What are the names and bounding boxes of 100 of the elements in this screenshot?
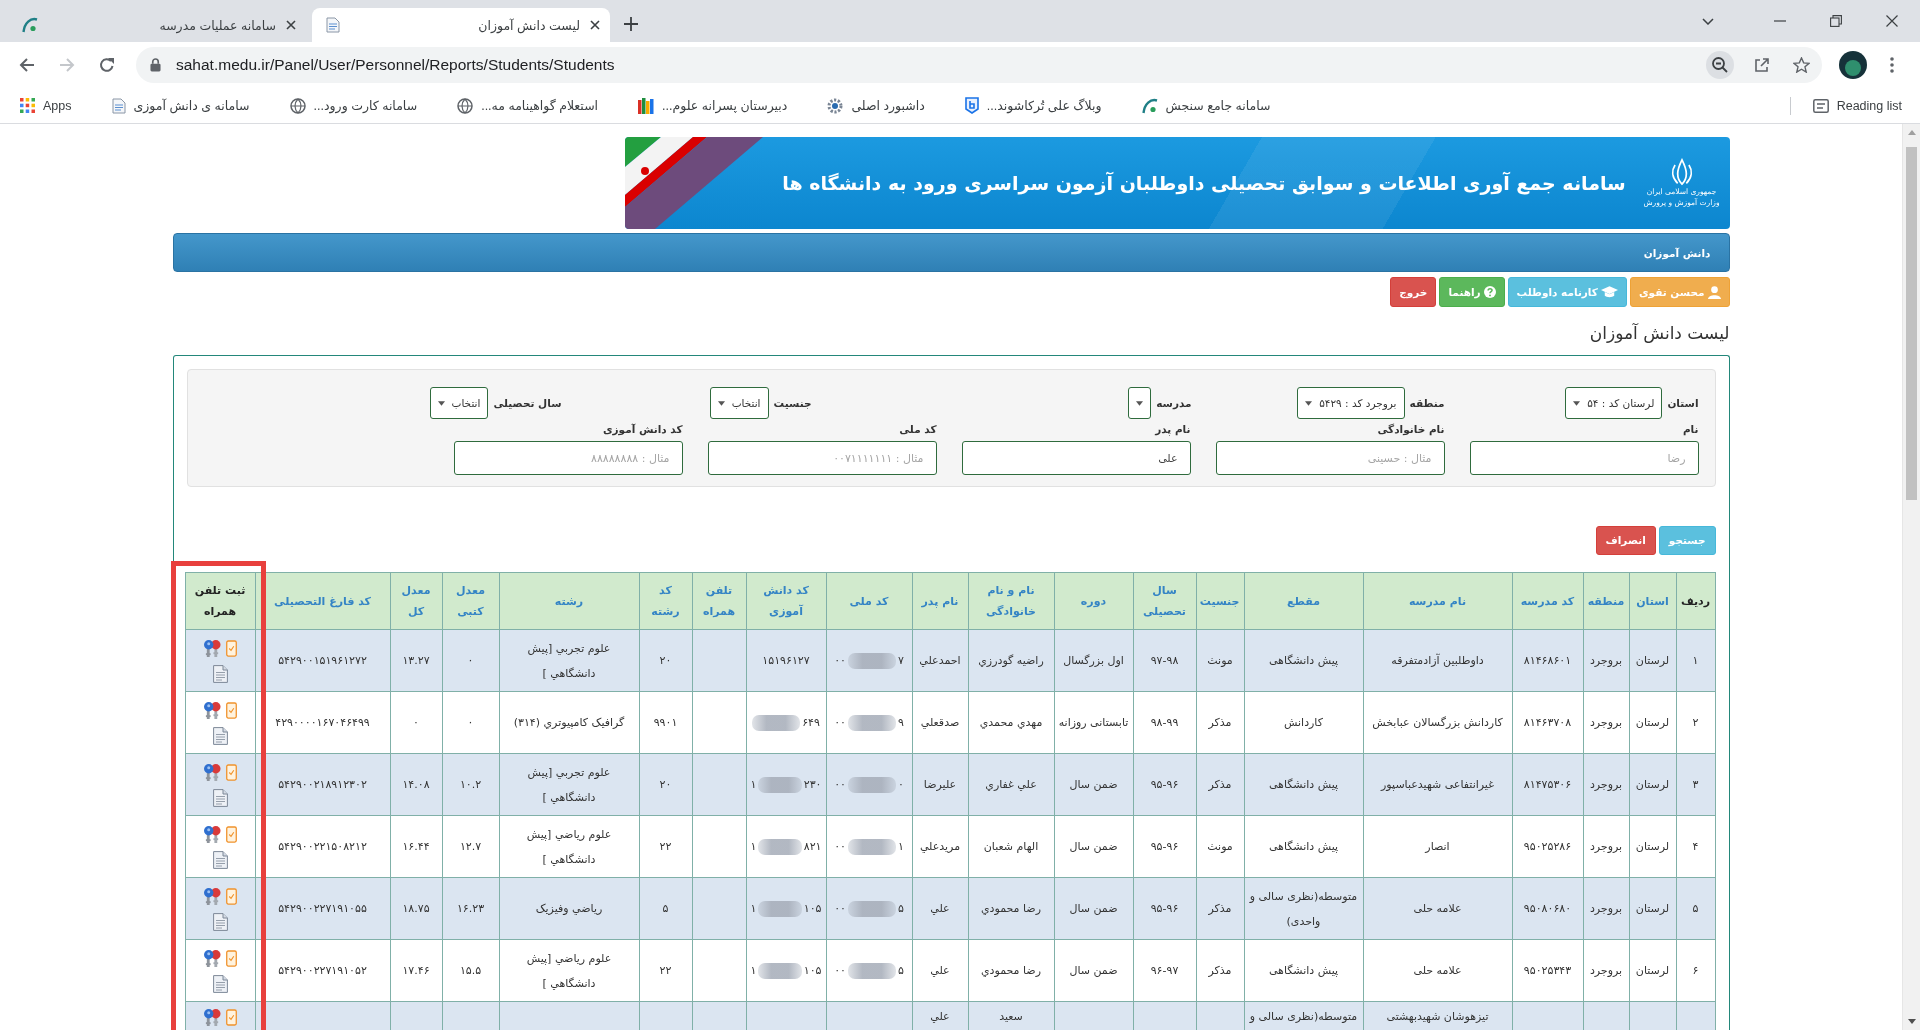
table-cell: ۹۹۰۱: [639, 691, 692, 754]
keys-icon[interactable]: [203, 638, 221, 658]
table-cell: بروجرد: [1583, 939, 1629, 1002]
keys-icon[interactable]: [203, 700, 221, 720]
help-button[interactable]: راهنما: [1439, 277, 1505, 307]
keys-icon[interactable]: [203, 762, 221, 782]
scrollbar[interactable]: [1902, 124, 1920, 1030]
zoom-out-icon[interactable]: [1706, 51, 1734, 79]
table-cell: ۱۶.۲۳: [442, 877, 499, 940]
document-icon[interactable]: [212, 850, 228, 869]
mobile-phone-icon[interactable]: [225, 701, 237, 719]
more-menu-icon[interactable]: [1890, 57, 1894, 73]
field-label: جنسیت: [773, 396, 812, 410]
column-header[interactable]: معدل کل: [390, 572, 442, 630]
column-header[interactable]: تلفن همراه: [692, 572, 746, 630]
mobile-phone-icon[interactable]: [225, 887, 237, 905]
column-header[interactable]: منطقه: [1583, 572, 1629, 630]
column-header[interactable]: کد مدرسه: [1512, 572, 1583, 630]
input-field[interactable]: مثال : حسینی: [1215, 441, 1445, 475]
column-header[interactable]: سال تحصیلی: [1133, 572, 1196, 630]
reload-icon[interactable]: [99, 57, 115, 73]
input-field[interactable]: مثال : ۸۸۸۸۸۸۸۸: [453, 441, 683, 475]
table-cell: ۵: [639, 877, 692, 940]
column-header[interactable]: رشته: [499, 572, 639, 630]
bookmark-item[interactable]: سامانه ی دانش آموزی: [103, 91, 258, 120]
document-icon[interactable]: [212, 912, 228, 931]
close-icon[interactable]: [590, 20, 600, 30]
star-icon[interactable]: [1793, 57, 1810, 73]
cell-text: ۶۴۹: [802, 715, 820, 731]
document-icon[interactable]: [212, 664, 228, 683]
search-button[interactable]: جستجو: [1658, 526, 1716, 555]
mobile-phone-icon[interactable]: [225, 763, 237, 781]
back-arrow-icon[interactable]: [19, 57, 35, 73]
input-field[interactable]: علی: [961, 441, 1191, 475]
dropdown[interactable]: لرستان کد : ۵۴: [1565, 387, 1663, 419]
column-header[interactable]: کد ملی: [826, 572, 912, 630]
bookmark-item[interactable]: Apps: [12, 91, 80, 120]
chevron-down-icon[interactable]: [1702, 17, 1714, 25]
table-cell: ۵: [1676, 877, 1715, 940]
lock-icon[interactable]: [150, 58, 161, 72]
dropdown[interactable]: [1128, 387, 1152, 419]
column-header[interactable]: دوره: [1054, 572, 1133, 630]
cancel-button[interactable]: انصراف: [1595, 526, 1656, 555]
keys-icon[interactable]: [203, 1008, 221, 1027]
document-icon[interactable]: [212, 974, 228, 993]
reading-list-button[interactable]: Reading list: [1804, 91, 1910, 120]
column-header[interactable]: مقطع: [1244, 572, 1363, 630]
column-header[interactable]: کد رشته: [639, 572, 692, 630]
bookmark-item[interactable]: داشبورد اصلی: [819, 91, 933, 120]
column-header[interactable]: نام پدر: [912, 572, 968, 630]
column-header[interactable]: معدل کتبی: [442, 572, 499, 630]
mobile-phone-icon[interactable]: [225, 949, 237, 967]
table-cell: غیرانتفاعی شهیدعباسپور: [1363, 753, 1512, 816]
down-arrow-icon[interactable]: [1907, 1019, 1916, 1024]
table-cell: ضمن سال: [1054, 815, 1133, 878]
table-cell: لرستان: [1629, 815, 1676, 878]
plus-icon[interactable]: [624, 17, 638, 31]
column-header[interactable]: کد فارغ التحصیلی: [255, 572, 390, 630]
mobile-phone-icon[interactable]: [225, 1009, 237, 1026]
question-circle-icon: [1483, 286, 1496, 298]
keys-icon[interactable]: [203, 886, 221, 906]
keys-icon[interactable]: [203, 948, 221, 968]
bookmark-item[interactable]: سامانه جامع سنجش: [1133, 91, 1279, 120]
table-cell: علوم رياضي [پيش دانشگاهي ]: [499, 815, 639, 878]
table-cell: ۵۴۲۹۰۰۱۵۱۹۶۱۲۷۲: [255, 629, 390, 692]
avatar-icon[interactable]: [1839, 51, 1867, 79]
up-arrow-icon[interactable]: [1907, 130, 1916, 135]
browser-tab[interactable]: لیست دانش آموزان: [312, 8, 610, 42]
address-field[interactable]: sahat.medu.ir/Panel/User/Personnel/Reports/Students/Students: [136, 47, 1822, 83]
bookmark-item[interactable]: استعلام گواهینامه مه...: [449, 91, 607, 120]
share-icon[interactable]: [1754, 57, 1770, 73]
document-icon[interactable]: [212, 726, 228, 745]
input-field[interactable]: رضا: [1469, 441, 1699, 475]
column-header[interactable]: نام و نام خانوادگی: [968, 572, 1054, 630]
keys-icon[interactable]: [203, 824, 221, 844]
column-header[interactable]: کد دانش آموزی: [746, 572, 826, 630]
column-header[interactable]: جنسیت: [1196, 572, 1244, 630]
mobile-phone-icon[interactable]: [225, 639, 237, 657]
table-cell: پیش دانشگاهی: [1244, 629, 1363, 692]
column-header[interactable]: استان: [1629, 572, 1676, 630]
close-icon[interactable]: [286, 20, 296, 30]
field-label: استان: [1667, 396, 1699, 410]
dropdown[interactable]: انتخاب: [709, 387, 769, 419]
bookmark-item[interactable]: سامانه کارت ورود...: [281, 91, 426, 120]
bookmark-item[interactable]: وبلاگ علی تُرکاشوند...: [956, 91, 1110, 120]
document-icon[interactable]: [212, 788, 228, 807]
reading-list-icon: [1812, 98, 1829, 113]
dropdown[interactable]: بروجرد کد : ۵۴۲۹: [1297, 387, 1405, 419]
report-card-button[interactable]: کارنامه داوطلب: [1507, 277, 1627, 307]
bookmark-item[interactable]: دبیرستان پسرانه علوم...: [630, 91, 796, 120]
restore-icon[interactable]: [1830, 15, 1842, 27]
dropdown[interactable]: انتخاب: [429, 387, 489, 419]
browser-tab[interactable]: سامانه عملیات مدرسه: [8, 8, 306, 42]
scrollbar-thumb[interactable]: [1906, 147, 1917, 500]
mobile-phone-icon[interactable]: [225, 825, 237, 843]
exit-button[interactable]: خروج: [1390, 277, 1437, 307]
user-button[interactable]: محسن تقوی: [1629, 277, 1730, 307]
input-field[interactable]: مثال : ۰۰۷۱۱۱۱۱۱۱: [707, 441, 937, 475]
close-icon[interactable]: [1886, 15, 1898, 27]
column-header[interactable]: نام مدرسه: [1363, 572, 1512, 630]
